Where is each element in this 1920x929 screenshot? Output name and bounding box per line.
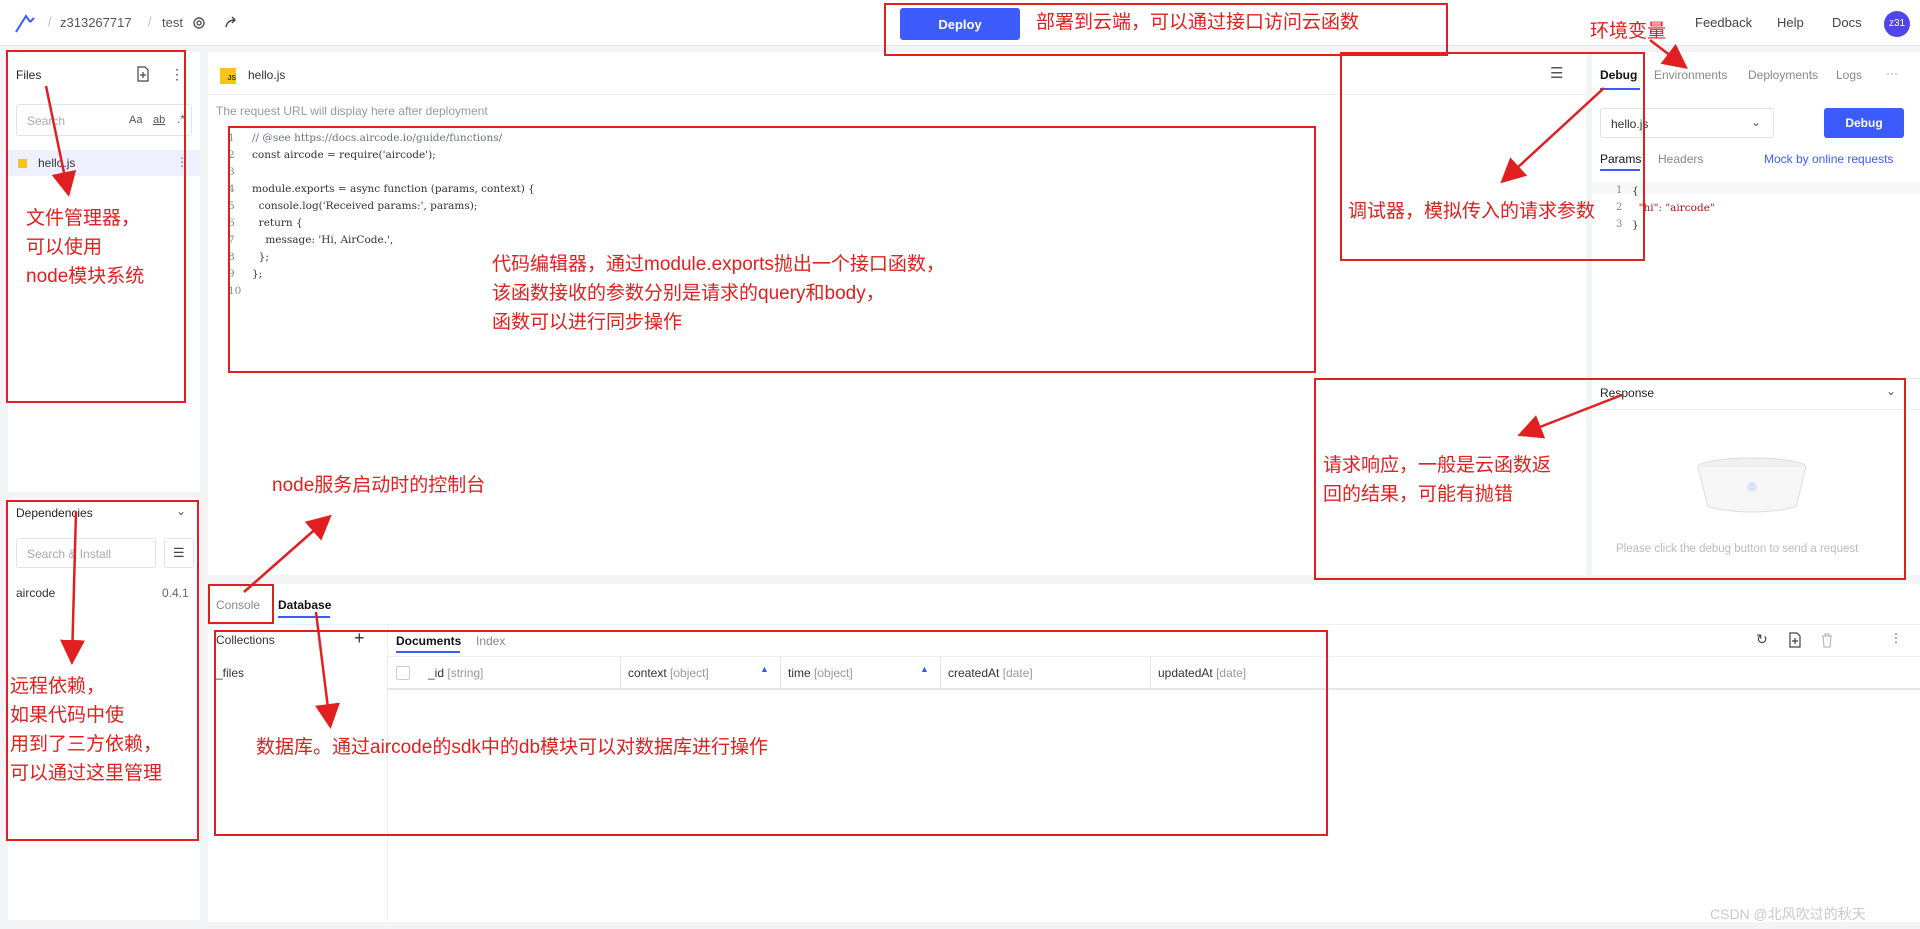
annotation-response: 请求响应，一般是云函数返 回的结果，可能有抛错 <box>1323 455 1552 505</box>
delete-icon[interactable] <box>1820 632 1834 648</box>
insert-document-icon[interactable] <box>1788 632 1802 648</box>
annotation-box-console <box>208 584 274 624</box>
annotation-db: 数据库。通过aircode的sdk中的db模块可以对数据库进行操作 <box>256 737 769 758</box>
feedback-link[interactable]: Feedback <box>1695 15 1752 30</box>
request-url-hint: The request URL will display here after … <box>216 104 488 118</box>
annotation-box-debugger <box>1340 52 1645 261</box>
share-icon[interactable] <box>224 15 238 29</box>
settings-gear-icon[interactable] <box>192 16 206 30</box>
breadcrumb-user[interactable]: z313267717 <box>60 15 132 30</box>
avatar[interactable]: z31 <box>1884 11 1910 37</box>
more-tabs-icon[interactable]: ··· <box>1886 66 1898 80</box>
breadcrumb-separator: / <box>148 14 152 29</box>
help-link[interactable]: Help <box>1777 15 1804 30</box>
subtab-headers[interactable]: Headers <box>1658 152 1703 166</box>
tab-logs[interactable]: Logs <box>1836 68 1862 82</box>
editor-tab-label[interactable]: hello.js <box>248 68 285 82</box>
breadcrumb-separator: / <box>48 14 52 29</box>
watermark: CSDN @北风吹过的秋天 <box>1710 906 1866 922</box>
chevron-down-icon: ⌄ <box>1751 115 1762 129</box>
mock-requests-link[interactable]: Mock by online requests <box>1764 152 1893 166</box>
docs-link[interactable]: Docs <box>1832 15 1862 30</box>
annotation-env: 环境变量 <box>1590 21 1667 42</box>
refresh-icon[interactable]: ↻ <box>1756 631 1768 648</box>
js-file-icon: JS <box>220 68 236 84</box>
annotation-box-deps <box>6 500 199 841</box>
aircode-logo-icon[interactable] <box>12 10 40 38</box>
tab-database[interactable]: Database <box>278 598 331 612</box>
divider <box>208 624 1920 625</box>
annotation-debugger: 调试器，模拟传入的请求参数 <box>1348 201 1596 222</box>
tab-environments[interactable]: Environments <box>1654 68 1727 82</box>
annotation-deps: 远程依赖， 如果代码中使 用到了三方依赖， 可以通过这里管理 <box>10 676 163 784</box>
more-options-icon[interactable]: ⋮ <box>1890 631 1902 645</box>
debug-button[interactable]: Debug <box>1824 108 1904 138</box>
tab-deployments[interactable]: Deployments <box>1748 68 1818 82</box>
breadcrumb-project[interactable]: test <box>162 15 183 30</box>
annotation-editor: 代码编辑器，通过module.exports抛出一个接口函数， 该函数接收的参数… <box>492 254 945 333</box>
annotation-console: node服务启动时的控制台 <box>272 475 486 496</box>
annotation-files: 文件管理器， 可以使用 node模块系统 <box>26 208 145 287</box>
annotation-deploy: 部署到云端，可以通过接口访问云函数 <box>1036 12 1360 33</box>
active-tab-indicator <box>278 616 330 618</box>
